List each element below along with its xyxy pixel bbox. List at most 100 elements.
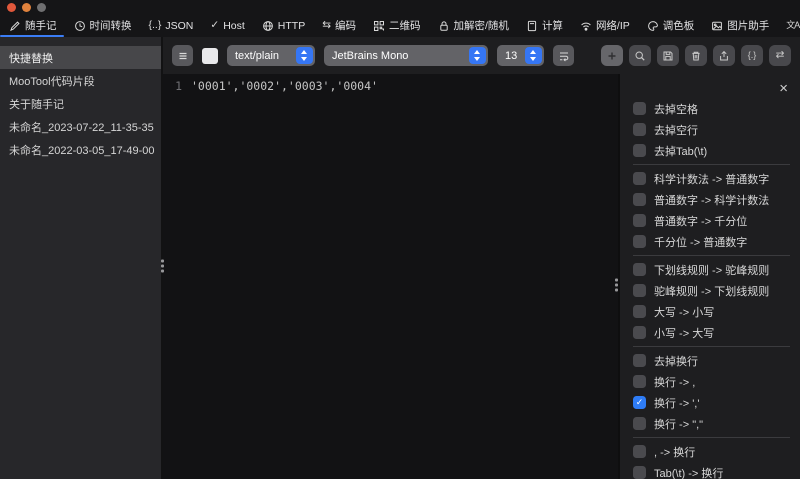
tab-http[interactable]: HTTP <box>259 14 308 37</box>
checkbox[interactable] <box>633 305 646 318</box>
replace-option[interactable]: 大写 -> 小写 <box>633 301 792 322</box>
app-window: 随手记 时间转换 {..} JSON ✓ Host HTTP ⇆ 编码 二维码 加解密/随机 计算 网络… <box>0 0 800 479</box>
sidebar-item[interactable]: 快捷替换 <box>0 46 161 69</box>
fullscreen-window-button[interactable] <box>37 3 46 12</box>
tab-label: 图片助手 <box>727 20 770 32</box>
content-type-value: text/plain <box>235 49 280 62</box>
minimize-window-button[interactable] <box>22 3 31 12</box>
pencil-icon <box>9 20 21 32</box>
close-icon[interactable]: × <box>775 81 792 96</box>
tab-qrcode[interactable]: 二维码 <box>370 14 424 37</box>
tab-image-helper[interactable]: 图片助手 <box>708 14 772 37</box>
checkbox[interactable] <box>633 193 646 206</box>
tab-encode[interactable]: ⇆ 编码 <box>319 14 359 37</box>
tab-label: 加解密/随机 <box>453 20 509 32</box>
checkbox[interactable] <box>633 235 646 248</box>
replace-option[interactable]: 去掉Tab(\t) <box>633 140 792 161</box>
replace-option[interactable]: 千分位 -> 普通数字 <box>633 231 792 252</box>
tab-crypto-random[interactable]: 加解密/随机 <box>435 14 512 37</box>
replace-option[interactable]: 去掉空行 <box>633 119 792 140</box>
replace-option[interactable]: 科学计数法 -> 普通数字 <box>633 168 792 189</box>
tab-label: HTTP <box>277 19 306 32</box>
checkbox[interactable] <box>633 354 646 367</box>
tab-label: 时间转换 <box>89 20 132 32</box>
tab-bar: 随手记 时间转换 {..} JSON ✓ Host HTTP ⇆ 编码 二维码 加解密/随机 计算 网络… <box>0 14 800 37</box>
word-wrap-button[interactable] <box>553 45 574 66</box>
option-label: 下划线规则 -> 驼峰规则 <box>654 264 770 277</box>
content-area: 快捷替换 MooTool代码片段 关于随手记 未命名_2023-07-22_11-35… <box>0 37 800 479</box>
replace-option[interactable]: Tab(\t) -> 换行 <box>633 462 792 479</box>
font-size-select[interactable]: 13 <box>497 45 544 66</box>
stepper-icon <box>525 47 542 64</box>
save-button[interactable] <box>657 45 679 66</box>
close-window-button[interactable] <box>7 3 16 12</box>
trash-icon <box>690 50 702 62</box>
tab-json[interactable]: {..} JSON <box>146 14 197 37</box>
sidebar-item[interactable]: 未命名_2023-07-22_11-35-35 <box>0 115 161 138</box>
tab-label: Host <box>223 19 245 32</box>
toolbar-checkbox[interactable] <box>202 47 218 64</box>
option-label: , -> 换行 <box>654 446 696 459</box>
trash-button[interactable] <box>685 45 707 66</box>
editor-text[interactable]: '0001','0002','0003','0004' <box>191 79 378 479</box>
checkbox[interactable] <box>633 466 646 479</box>
replace-option[interactable]: 小写 -> 大写 <box>633 322 792 343</box>
tab-palette[interactable]: 调色板 <box>644 14 698 37</box>
tab-label: 随手记 <box>25 20 57 32</box>
replace-option[interactable]: 驼峰规则 -> 下划线规则 <box>633 280 792 301</box>
checkbox-checked[interactable]: ✓ <box>633 396 646 409</box>
replace-option[interactable]: 换行 -> "," <box>633 413 792 434</box>
checkbox[interactable] <box>633 172 646 185</box>
option-label: 换行 -> , <box>654 376 696 389</box>
tab-network-ip[interactable]: 网络/IP <box>577 14 633 37</box>
replace-option[interactable]: 下划线规则 -> 驼峰规则 <box>633 259 792 280</box>
checkbox[interactable] <box>633 102 646 115</box>
replace-option[interactable]: 普通数字 -> 千分位 <box>633 210 792 231</box>
replace-option[interactable]: , -> 换行 <box>633 441 792 462</box>
sidebar-item[interactable]: 未命名_2022-03-05_17-49-00 <box>0 138 161 161</box>
braces-icon: {..} <box>148 19 162 32</box>
tab-translate[interactable]: 文A翻译 <box>783 14 800 37</box>
option-label: 小写 -> 大写 <box>654 327 715 340</box>
checkbox[interactable] <box>633 326 646 339</box>
tab-label: JSON <box>165 19 194 32</box>
tab-notes[interactable]: 随手记 <box>0 14 63 37</box>
replace-option[interactable]: ✓ 换行 -> ',' <box>633 392 792 413</box>
panel-resize-handle[interactable] <box>615 278 618 291</box>
main-area: text/plain JetBrains Mono 13 {.} ⇄ 1 '00… <box>163 37 800 479</box>
code-editor[interactable]: 1 '0001','0002','0003','0004' <box>163 74 618 479</box>
sidebar-item[interactable]: MooTool代码片段 <box>0 69 161 92</box>
plus-button[interactable] <box>601 45 623 66</box>
share-button[interactable] <box>713 45 735 66</box>
checkbox[interactable] <box>633 123 646 136</box>
replace-option[interactable]: 去掉空格 <box>633 98 792 119</box>
replace-option[interactable]: 去掉换行 <box>633 350 792 371</box>
wifi-icon <box>580 20 592 32</box>
replace-option[interactable]: 普通数字 -> 科学计数法 <box>633 189 792 210</box>
content-type-select[interactable]: text/plain <box>227 45 315 66</box>
sidebar-item[interactable]: 关于随手记 <box>0 92 161 115</box>
checkbox[interactable] <box>633 144 646 157</box>
tab-calculator[interactable]: 计算 <box>523 14 566 37</box>
sidebar-resize-handle[interactable] <box>161 259 164 273</box>
divider <box>633 437 790 438</box>
checkbox[interactable] <box>633 284 646 297</box>
checkbox[interactable] <box>633 263 646 276</box>
tab-label: 二维码 <box>389 20 421 32</box>
checkbox[interactable] <box>633 375 646 388</box>
tab-host[interactable]: ✓ Host <box>207 14 247 37</box>
panel-splitter[interactable] <box>615 74 620 479</box>
swap-horizontal-button[interactable]: ⇄ <box>769 45 791 66</box>
checkbox[interactable] <box>633 417 646 430</box>
tab-time-convert[interactable]: 时间转换 <box>71 14 135 37</box>
menu-button[interactable] <box>172 45 193 66</box>
font-select[interactable]: JetBrains Mono <box>324 45 488 66</box>
checkbox[interactable] <box>633 445 646 458</box>
checkbox[interactable] <box>633 214 646 227</box>
braces-dot-icon: {.} <box>747 50 757 60</box>
replace-option[interactable]: 换行 -> , <box>633 371 792 392</box>
qrcode-icon <box>373 20 385 32</box>
panel-header: × <box>633 79 792 98</box>
braces-dot-button[interactable]: {.} <box>741 45 763 66</box>
search-button[interactable] <box>629 45 651 66</box>
